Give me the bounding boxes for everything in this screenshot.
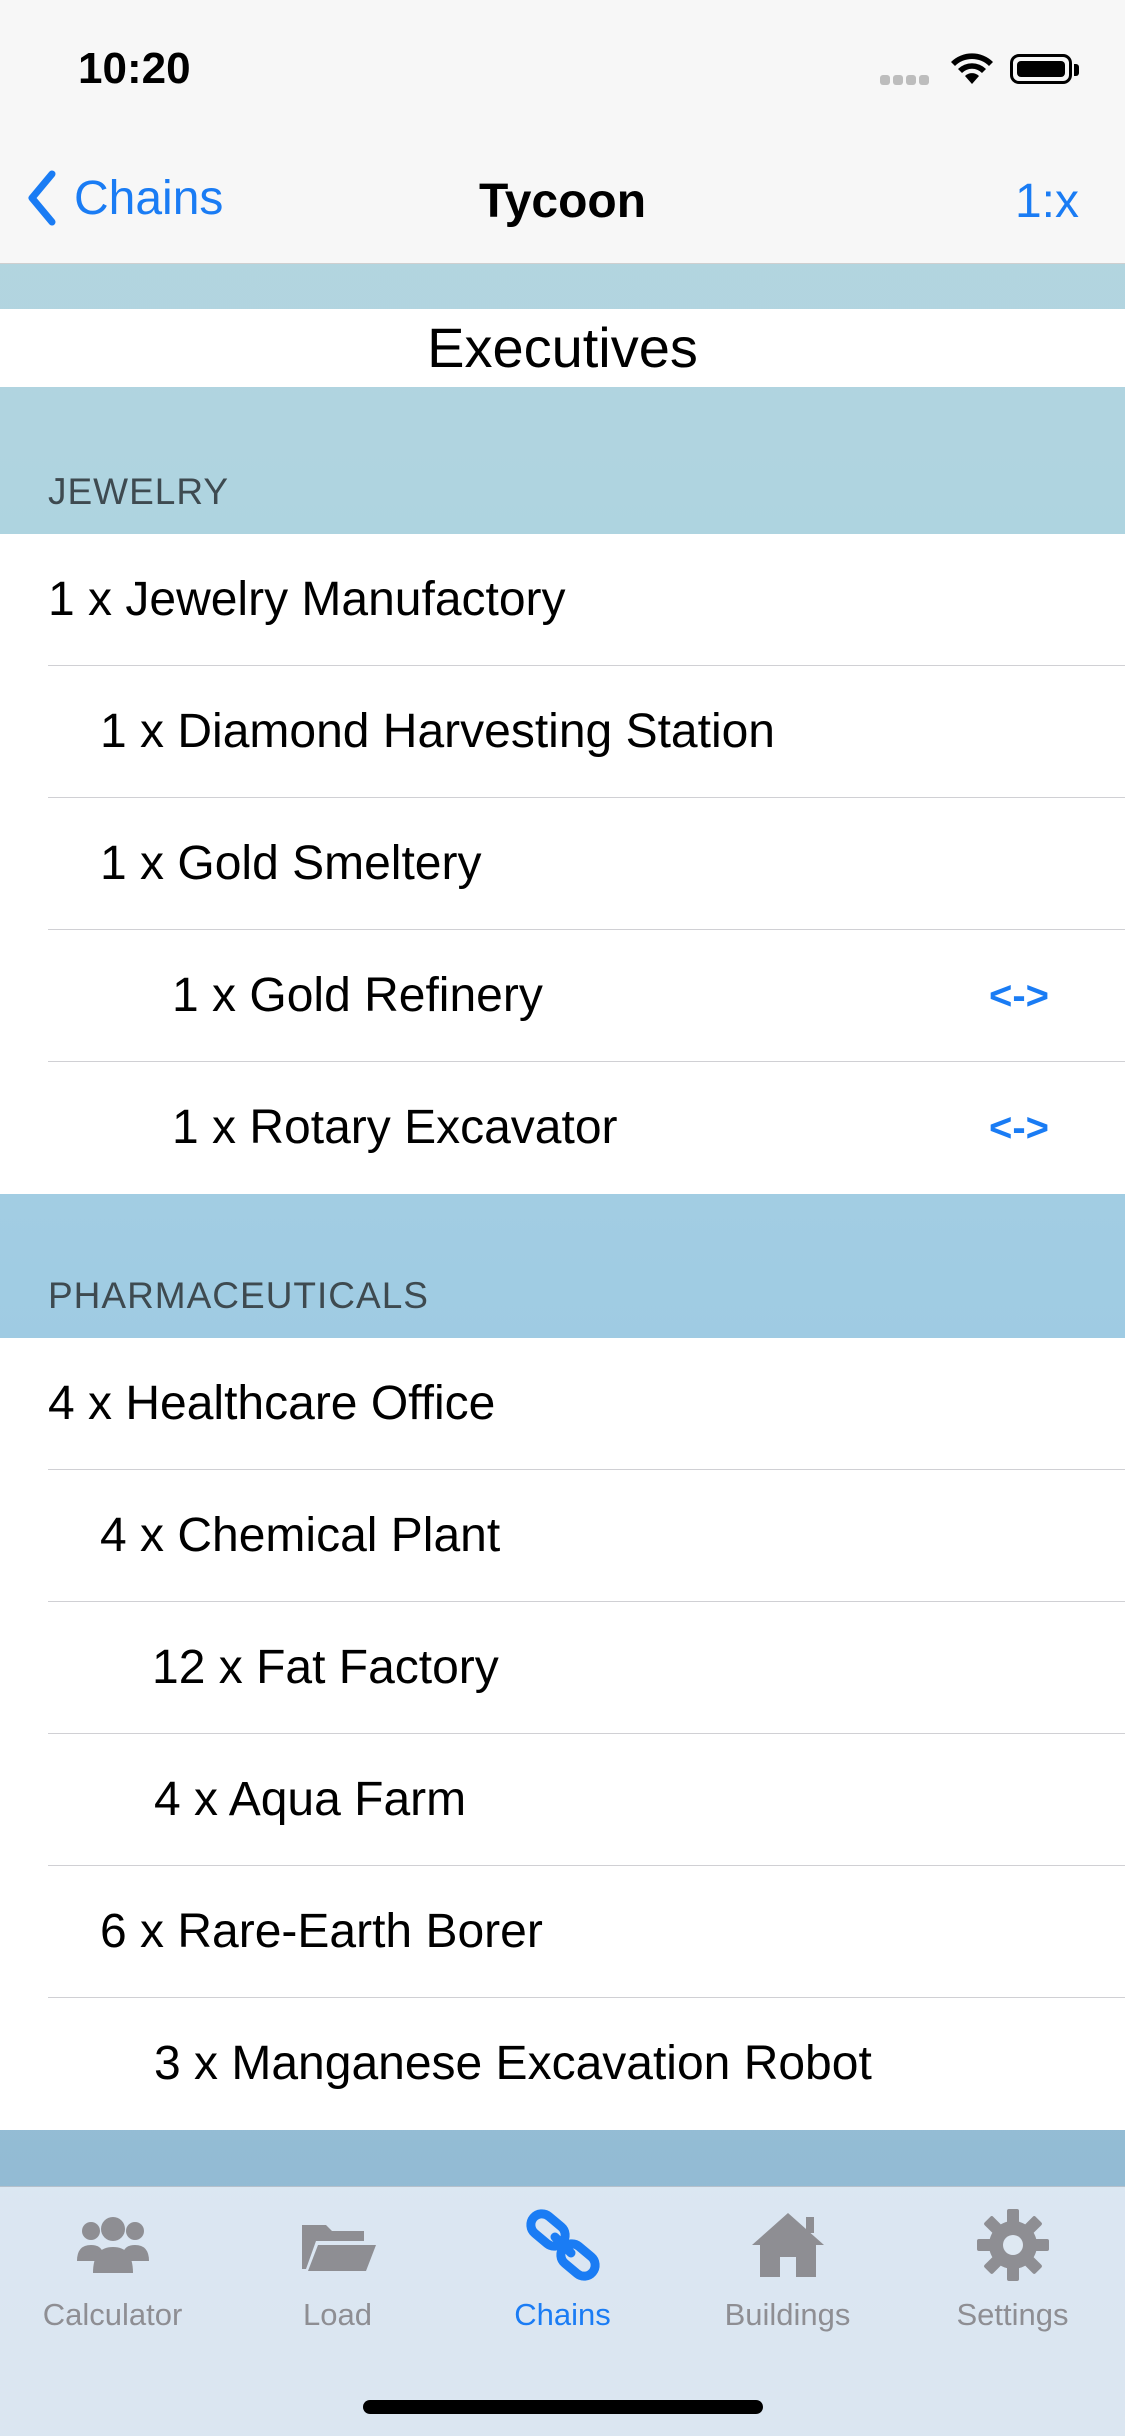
battery-icon: [1010, 54, 1072, 84]
ratio-button[interactable]: 1:x: [1015, 174, 1079, 229]
gear-icon: [976, 2209, 1049, 2281]
tab-label: Chains: [514, 2297, 611, 2332]
swap-button[interactable]: <->: [989, 1062, 1049, 1194]
list-item[interactable]: 1 x Diamond Harvesting Station: [0, 666, 1125, 798]
list-item-label: 1 x Diamond Harvesting Station: [100, 705, 775, 758]
tab-label: Buildings: [724, 2297, 851, 2332]
status-bar: 10:20: [0, 0, 1125, 132]
list-item-label: 3 x Manganese Excavation Robot: [154, 2037, 872, 2090]
list-item[interactable]: 4 x Chemical Plant: [0, 1470, 1125, 1602]
tab-label: Calculator: [42, 2297, 183, 2332]
list-item-label: 12 x Fat Factory: [152, 1641, 499, 1694]
tab-settings[interactable]: Settings: [900, 2205, 1125, 2333]
tab-chains[interactable]: Chains: [450, 2205, 675, 2333]
wifi-icon: [951, 53, 993, 84]
list-item-label: 4 x Healthcare Office: [48, 1377, 496, 1430]
page-title: Tycoon: [478, 175, 647, 228]
section-group-pharmaceuticals: 4 x Healthcare Office 4 x Chemical Plant…: [0, 1338, 1125, 2130]
list-item[interactable]: 4 x Healthcare Office: [0, 1338, 1125, 1470]
list-item[interactable]: 1 x Gold Smeltery: [0, 798, 1125, 930]
list-item-label: 1 x Jewelry Manufactory: [48, 573, 566, 626]
swap-button[interactable]: <->: [989, 930, 1049, 1062]
list-item-label: 1 x Gold Smeltery: [100, 837, 482, 890]
tab-label: Settings: [956, 2297, 1069, 2332]
tab-calculator[interactable]: Calculator: [0, 2205, 225, 2333]
people-icon: [76, 2217, 149, 2273]
list-item[interactable]: 4 x Aqua Farm: [0, 1734, 1125, 1866]
home-indicator[interactable]: [363, 2400, 763, 2414]
list-item[interactable]: 6 x Rare-Earth Borer: [0, 1866, 1125, 1998]
tab-buildings[interactable]: Buildings: [675, 2205, 900, 2333]
house-icon: [751, 2213, 824, 2277]
list-item[interactable]: 1 x Rotary Excavator <->: [0, 1062, 1125, 1194]
list-item-label: 4 x Chemical Plant: [100, 1509, 501, 1562]
section-header-jewelry: JEWELRY: [48, 471, 230, 512]
cellular-signal-icon: [880, 72, 936, 85]
section-header-pharmaceuticals: PHARMACEUTICALS: [48, 1275, 429, 1316]
list-item[interactable]: 1 x Gold Refinery <->: [0, 930, 1125, 1062]
folder-icon: [301, 2225, 376, 2271]
list-item[interactable]: 12 x Fat Factory: [0, 1602, 1125, 1734]
tab-bar: Calculator Load Chains Buildings Setting…: [0, 2186, 1125, 2436]
list-item[interactable]: 1 x Jewelry Manufactory: [0, 534, 1125, 666]
tab-label: Load: [303, 2297, 372, 2332]
status-time: 10:20: [78, 44, 191, 93]
list-header: Executives: [0, 309, 1125, 387]
list-item-label: 1 x Rotary Excavator: [172, 1101, 618, 1154]
list-item-label: 6 x Rare-Earth Borer: [100, 1905, 543, 1958]
section-group-jewelry: 1 x Jewelry Manufactory 1 x Diamond Harv…: [0, 534, 1125, 1194]
tab-load[interactable]: Load: [225, 2205, 450, 2333]
list-item[interactable]: 3 x Manganese Excavation Robot: [0, 1998, 1125, 2130]
list-item-label: 4 x Aqua Farm: [154, 1773, 467, 1826]
chain-link-icon: [525, 2209, 600, 2281]
navigation-bar: Chains Tycoon 1:x: [0, 132, 1125, 264]
list-item-label: 1 x Gold Refinery: [172, 969, 543, 1022]
